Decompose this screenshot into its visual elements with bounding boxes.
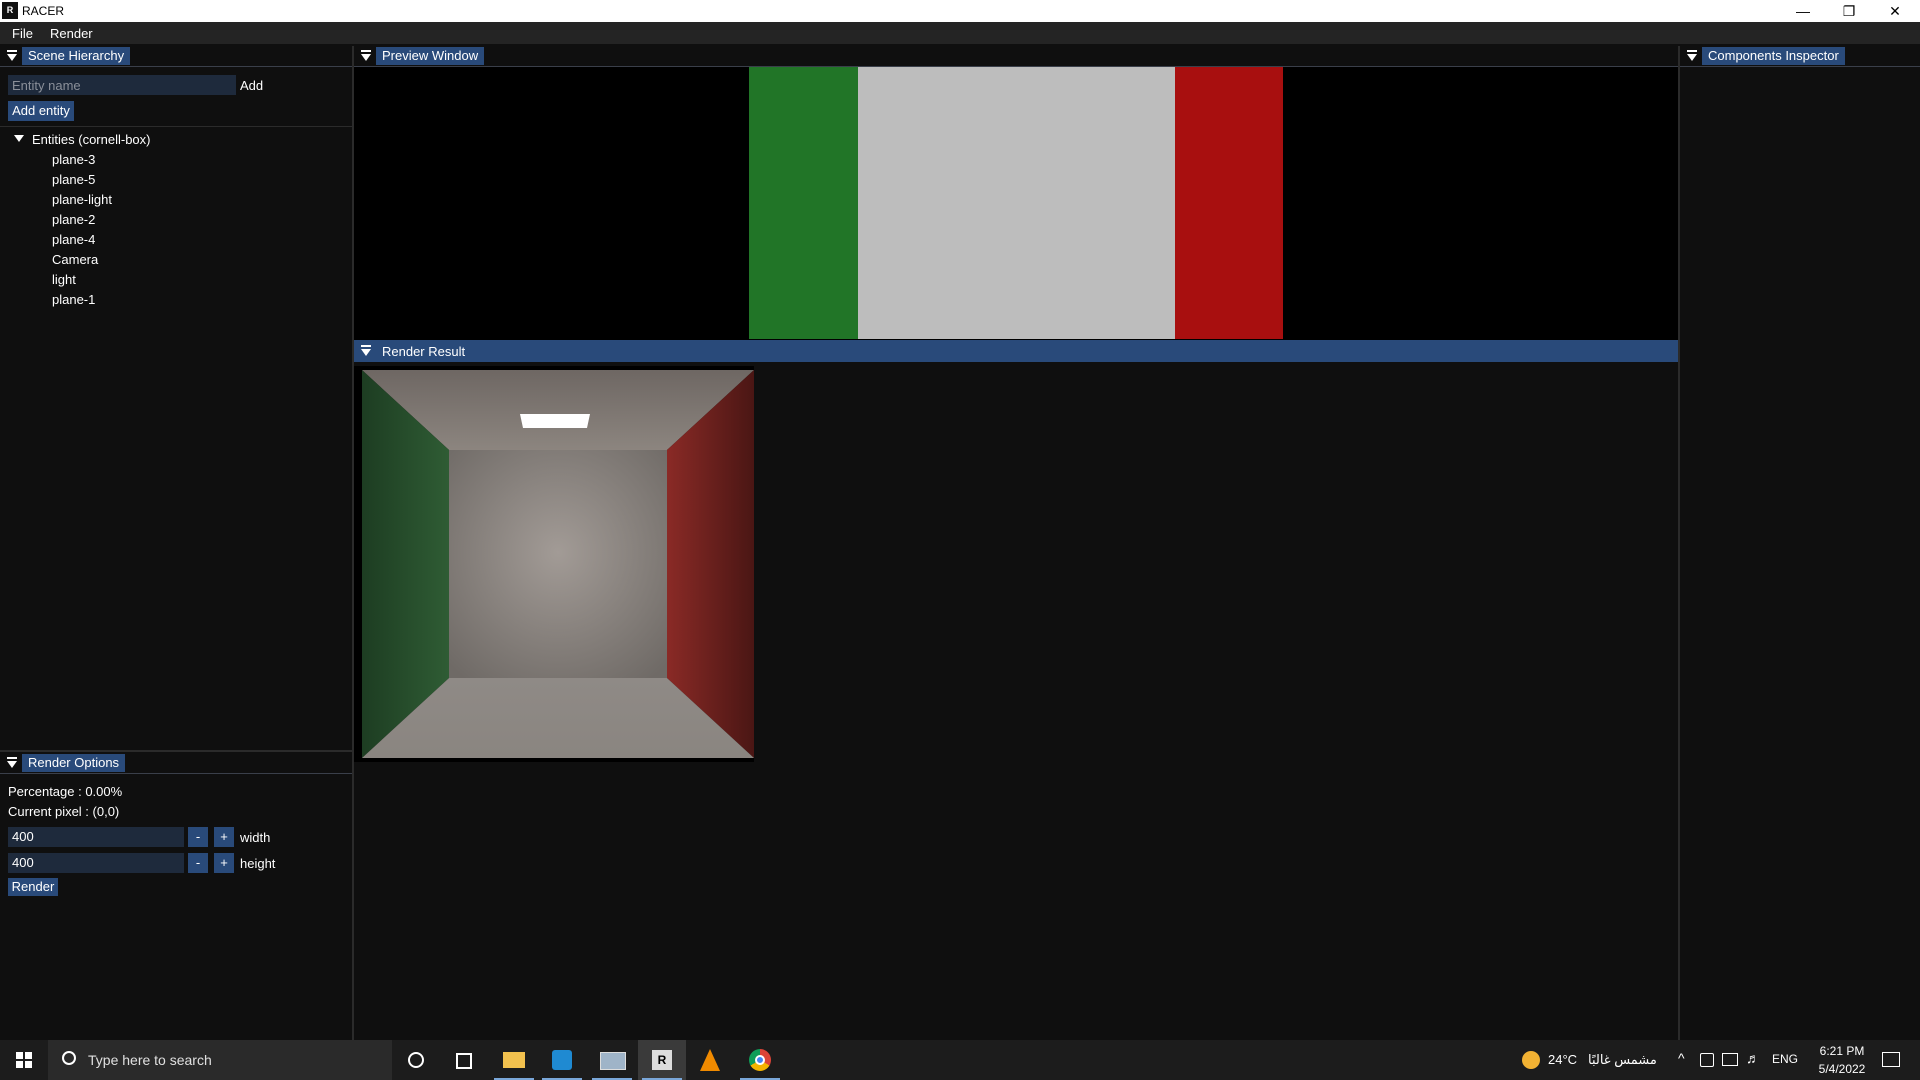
entity-name-input[interactable] [8,75,236,95]
vscode-icon[interactable] [538,1040,586,1080]
width-input[interactable]: 400 [8,827,184,847]
tray-device-icon[interactable] [1700,1053,1714,1067]
percentage-text: Percentage : 0.00% [8,784,123,799]
preview-back-wall [858,67,1175,339]
ceiling-light [520,414,590,428]
render-result-frame [354,366,754,762]
add-entity-button[interactable]: Add entity [8,101,74,121]
tree-item-plane-2[interactable]: plane-2 [52,212,95,227]
tray-chevron-up-icon[interactable]: ^ [1678,1050,1685,1066]
tree-item-plane-light[interactable]: plane-light [52,192,112,207]
title-bar: R RACER — ❐ ✕ [0,0,1920,22]
weather-description[interactable]: مشمس غالبًا [1588,1052,1657,1068]
preview-window-panel: Preview Window [354,46,1678,340]
width-decrement-button[interactable]: - [188,827,208,847]
taskbar: Type here to search R 24°C مشمس غالبًا ^… [0,1040,1920,1080]
scene-hierarchy-title[interactable]: Scene Hierarchy [22,47,131,65]
racer-taskbar-icon[interactable]: R [638,1040,686,1080]
preview-green-wall [749,67,858,339]
collapse-icon[interactable] [6,49,20,63]
close-icon[interactable]: ✕ [1872,0,1918,22]
preview-window-title[interactable]: Preview Window [376,47,485,65]
windows-start-icon[interactable] [0,1040,48,1080]
height-label: height [240,856,276,871]
render-options-title[interactable]: Render Options [22,754,126,772]
height-input[interactable]: 400 [8,853,184,873]
preview-window-header: Preview Window [354,46,1678,67]
height-decrement-button[interactable]: - [188,853,208,873]
collapse-icon[interactable] [1686,49,1700,63]
collapse-icon[interactable] [360,49,374,63]
panel-splitter[interactable] [0,750,352,752]
components-inspector-title[interactable]: Components Inspector [1702,47,1845,65]
render-result-header: Render Result [354,340,1678,362]
restore-icon[interactable]: ❐ [1826,0,1872,22]
language-indicator[interactable]: ENG [1772,1052,1798,1066]
menu-file[interactable]: File [12,26,33,41]
render-options-panel: Render Options Percentage : 0.00% Curren… [0,753,352,1040]
preview-red-wall [1175,67,1283,339]
back-wall-face [449,450,667,678]
chrome-icon[interactable] [736,1040,784,1080]
render-result-image [362,370,754,758]
current-pixel-text: Current pixel : (0,0) [8,804,120,819]
components-inspector-panel: Components Inspector [1680,46,1920,1040]
width-label: width [240,830,271,845]
tree-item-plane-1[interactable]: plane-1 [52,292,95,307]
taskbar-search-placeholder: Type here to search [88,1052,212,1068]
window-title: RACER [22,4,65,18]
minimize-icon[interactable]: — [1780,0,1826,22]
cortana-icon[interactable] [392,1040,440,1080]
clock-date[interactable]: 5/4/2022 [1812,1062,1872,1076]
tree-root-label[interactable]: Entities (cornell-box) [32,132,151,147]
task-view-icon[interactable] [440,1040,488,1080]
vlc-icon[interactable] [686,1040,734,1080]
tree-item-plane-3[interactable]: plane-3 [52,152,95,167]
app-window-icon[interactable] [588,1040,636,1080]
collapse-icon[interactable] [360,344,374,358]
width-increment-button[interactable]: + [214,827,234,847]
weather-icon[interactable] [1522,1051,1540,1069]
separator [0,126,352,127]
search-icon [62,1051,76,1065]
clock-time[interactable]: 6:21 PM [1812,1044,1872,1058]
tree-expand-icon[interactable] [14,135,24,142]
tree-item-light[interactable]: light [52,272,76,287]
volume-icon[interactable]: ♬ [1746,1050,1760,1066]
tree-item-plane-5[interactable]: plane-5 [52,172,95,187]
notifications-icon[interactable] [1882,1052,1900,1067]
file-explorer-icon[interactable] [490,1040,538,1080]
preview-viewport[interactable] [749,67,1283,339]
render-options-header: Render Options [0,753,352,774]
components-inspector-header: Components Inspector [1680,46,1920,67]
tree-item-camera[interactable]: Camera [52,252,98,267]
app-logo-icon: R [2,2,18,19]
taskbar-search-box[interactable]: Type here to search [48,1040,392,1080]
menu-render[interactable]: Render [50,26,93,41]
render-button[interactable]: Render [8,878,58,896]
tree-item-plane-4[interactable]: plane-4 [52,232,95,247]
scene-hierarchy-panel: Scene Hierarchy Add Add entity Entities … [0,46,352,750]
menu-bar: File Render [0,22,1920,44]
scene-hierarchy-header: Scene Hierarchy [0,46,352,67]
network-icon[interactable] [1722,1053,1738,1066]
weather-temp[interactable]: 24°C [1548,1052,1577,1067]
render-result-panel: Render Result [354,340,1678,1040]
add-label: Add [240,78,264,93]
collapse-icon[interactable] [6,756,20,770]
height-increment-button[interactable]: + [214,853,234,873]
render-result-title[interactable]: Render Result [382,344,465,359]
